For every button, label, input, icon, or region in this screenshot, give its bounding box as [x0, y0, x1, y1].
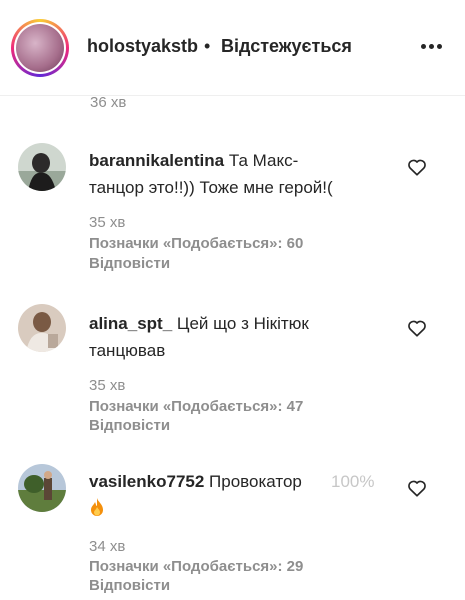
comment-avatar[interactable]	[18, 304, 66, 352]
comment-time: 35 хв	[89, 214, 126, 231]
comment-time: 34 хв	[89, 538, 126, 555]
heart-icon[interactable]	[407, 158, 427, 176]
post-header: holostyakstb • Відстежується	[0, 0, 465, 96]
fire-icon	[91, 498, 103, 516]
comment-likes[interactable]: Позначки «Подобається»: 47	[89, 398, 303, 415]
comment-overlay-text: 100%	[331, 472, 375, 491]
comment-body-line1: Цей що з Нікітюк	[176, 314, 309, 333]
comment-avatar[interactable]	[18, 143, 66, 191]
comment-body-line1: Та Макс-	[228, 151, 299, 170]
comment-body-line1: Провокатор	[209, 472, 302, 491]
comment-time: 35 хв	[89, 377, 126, 394]
header-separator: •	[204, 36, 211, 56]
header-username[interactable]: holostyakstb	[87, 36, 198, 57]
comment-body-line2: танцював	[89, 341, 166, 360]
comment-text: alina_spt_ Цей що з Нікітюк танцював	[89, 310, 409, 364]
heart-icon[interactable]	[407, 479, 427, 497]
reply-button[interactable]: Відповісти	[89, 577, 170, 594]
comment-username[interactable]: barannikalentina	[89, 151, 224, 170]
heart-icon[interactable]	[407, 319, 427, 337]
comment-text: barannikalentina Та Макс- танцор это!!))…	[89, 147, 409, 201]
previous-comment-time: 36 хв	[90, 94, 127, 111]
comment-likes[interactable]: Позначки «Подобається»: 60	[89, 235, 303, 252]
comment-body-line2: танцор это!!)) Тоже мне герой!(	[89, 178, 333, 197]
comment-likes[interactable]: Позначки «Подобається»: 29	[89, 558, 303, 575]
comment-username[interactable]: vasilenko7752	[89, 472, 204, 491]
comment-avatar[interactable]	[18, 464, 66, 512]
comment-username[interactable]: alina_spt_	[89, 314, 172, 333]
account-avatar[interactable]	[11, 19, 69, 77]
more-options-icon[interactable]	[421, 44, 443, 50]
follow-status-button[interactable]: Відстежується	[221, 36, 352, 57]
avatar-image	[16, 24, 64, 72]
reply-button[interactable]: Відповісти	[89, 417, 170, 434]
reply-button[interactable]: Відповісти	[89, 255, 170, 272]
